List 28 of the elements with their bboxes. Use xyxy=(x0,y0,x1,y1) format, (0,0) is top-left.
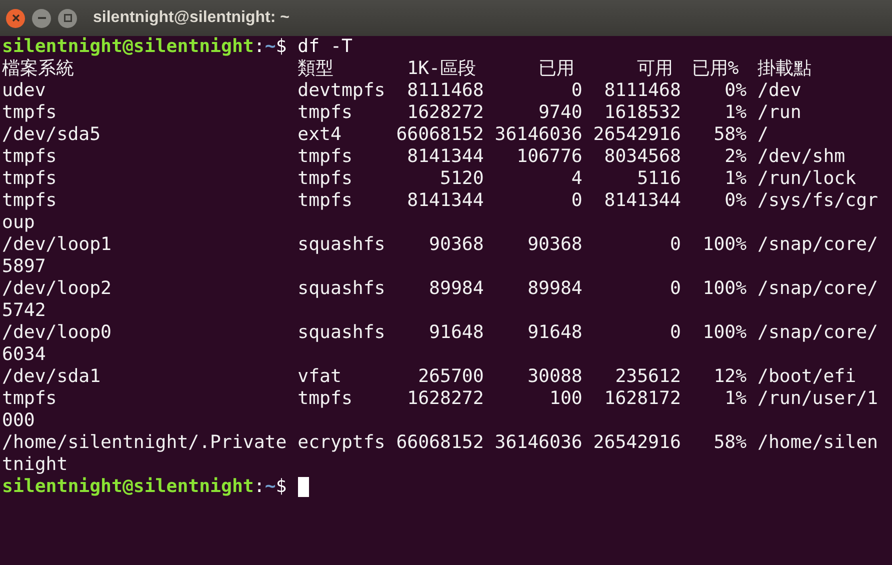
column-header: 1K-區段 xyxy=(407,58,477,80)
output-line: /dev/sda5 ext4 66068152 36146036 26542916 58% / xyxy=(2,124,770,146)
output-line: /home/silentnight/.Private ecryptfs 66068152 36146036 26542916 58% /home/silentnight xyxy=(2,432,878,476)
maximize-icon xyxy=(64,14,72,22)
output-line: tmpfs tmpfs 1628272 100 1628172 1% /run/user/1000 xyxy=(2,388,878,432)
prompt-line: silentnight@silentnight:~$ df -T xyxy=(2,36,354,58)
output-line: tmpfs tmpfs 5120 4 5116 1% /run/lock xyxy=(2,168,858,190)
output-line: /dev/loop1 squashfs 90368 90368 0 100% /snap/core/5897 xyxy=(2,234,878,278)
minimize-icon xyxy=(38,17,46,19)
output-line: /dev/loop2 squashfs 89984 89984 0 100% /snap/core/5742 xyxy=(2,278,878,322)
column-header: 掛載點 xyxy=(757,58,812,80)
column-header: 類型 xyxy=(298,58,335,80)
column-header: 已用% xyxy=(692,58,740,80)
prompt-line: silentnight@silentnight:~$ xyxy=(2,476,892,498)
column-header: 已用 xyxy=(538,58,576,80)
maximize-button[interactable] xyxy=(58,8,77,28)
window-title: silentnight@silentnight: ~ xyxy=(93,8,290,28)
minimize-button[interactable] xyxy=(32,8,51,28)
close-icon xyxy=(12,14,20,22)
output-line: tmpfs tmpfs 8141344 0 8141344 0% /sys/fs/cgroup xyxy=(2,190,878,234)
output-line: udev devtmpfs 8111468 0 8111468 0% /dev xyxy=(2,80,802,102)
column-header: 可用 xyxy=(637,58,674,80)
column-header: 檔案系統 xyxy=(2,58,75,80)
output-line: tmpfs tmpfs 8141344 106776 8034568 2% /dev/shm xyxy=(2,146,846,168)
close-button[interactable] xyxy=(6,8,25,28)
output-line: /dev/sda1 vfat 265700 30088 235612 12% /boot/efi xyxy=(2,366,858,388)
output-line: tmpfs tmpfs 1628272 9740 1618532 1% /run xyxy=(2,102,802,124)
output-line: /dev/loop0 squashfs 91648 91648 0 100% /snap/core/6034 xyxy=(2,322,878,366)
